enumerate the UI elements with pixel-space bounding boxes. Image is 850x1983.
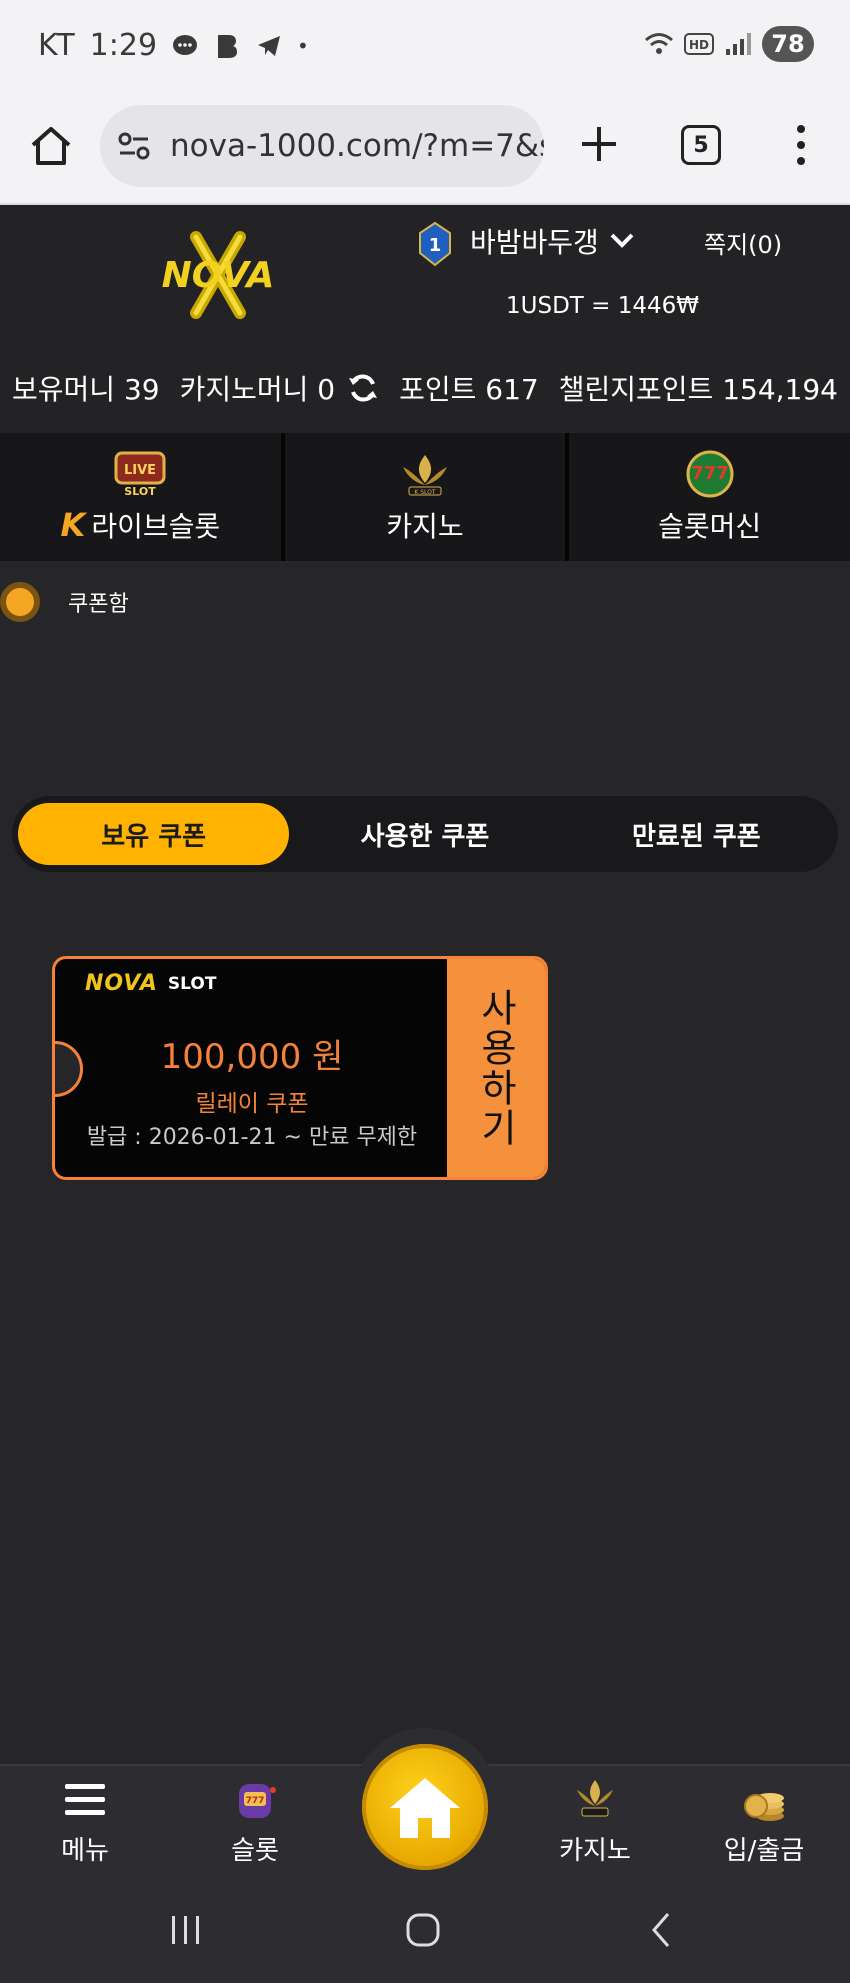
slot-machine-icon: 777 <box>239 1784 276 1818</box>
more-options-icon[interactable] <box>786 121 816 169</box>
home-icon[interactable] <box>28 123 74 169</box>
hd-icon: HD <box>684 33 714 55</box>
system-home-icon[interactable] <box>403 1910 443 1950</box>
coupon-logo: NOVA SLOT <box>85 971 216 996</box>
memo-link[interactable]: 쪽지(0) <box>704 225 782 260</box>
category-tabs: LIVE SLOT K 라이브슬롯 K SLOT 카지노 777 슬롯머신 <box>0 433 850 561</box>
svg-text:K SLOT: K SLOT <box>414 489 436 496</box>
nav-label: 슬롯 <box>231 1836 279 1866</box>
use-coupon-button[interactable]: 사용하기 <box>447 959 545 1177</box>
notification-dot: • <box>297 33 309 58</box>
svg-text:NOVA: NOVA <box>162 255 275 296</box>
svg-text:LIVE: LIVE <box>124 463 156 478</box>
nova-logo[interactable]: NOVA <box>136 227 300 323</box>
nav-label: 메뉴 <box>61 1836 109 1866</box>
nav-deposit[interactable]: 입/출금 <box>694 1776 834 1867</box>
menu-icon <box>65 1784 105 1815</box>
status-left: KT 1:29 • <box>38 28 309 63</box>
battery-indicator: 78 <box>762 26 814 62</box>
status-bar: KT 1:29 • HD 78 <box>0 0 850 95</box>
k-slot-icon <box>577 1780 613 1817</box>
category-label: 카지노 <box>386 510 464 543</box>
nav-menu[interactable]: 메뉴 <box>15 1776 155 1867</box>
nav-label: 카지노 <box>559 1836 631 1866</box>
svg-text:777: 777 <box>246 1796 265 1806</box>
chevron-down-icon <box>610 233 634 248</box>
nav-label: 입/출금 <box>723 1836 805 1866</box>
username-dropdown[interactable]: 바밤바두갱 <box>470 221 635 261</box>
k-slot-icon: K SLOT <box>403 455 447 496</box>
clock: 1:29 <box>89 28 158 63</box>
status-right: HD 78 <box>644 26 814 62</box>
house-icon <box>390 1778 460 1838</box>
coins-icon <box>744 1793 784 1821</box>
challenge-point: 챌린지포인트 154,194 <box>558 373 838 406</box>
coupon-amount: 100,000 원 <box>160 1037 344 1077</box>
recent-apps-icon[interactable] <box>166 1910 206 1950</box>
url-text: nova-1000.com/?m=7&s <box>170 128 544 164</box>
coupon-tabs: 보유 쿠폰 사용한 쿠폰 만료된 쿠폰 <box>12 796 838 872</box>
refresh-icon[interactable] <box>347 372 379 404</box>
casino-money: 카지노머니 0 <box>179 373 336 406</box>
page-title: 쿠폰함 <box>68 592 129 617</box>
category-slot-machine[interactable]: 777 슬롯머신 <box>569 433 850 561</box>
site-settings-icon[interactable] <box>116 128 152 164</box>
coupon-logo-text: NOVA <box>85 971 158 996</box>
tab-held-coupons[interactable]: 보유 쿠폰 <box>18 803 290 865</box>
chat-icon <box>173 34 198 55</box>
slots-777-icon: 777 <box>686 450 734 498</box>
hold-money: 보유머니 39 <box>12 373 160 406</box>
balance-row: 보유머니 39 카지노머니 0 포인트 617 챌린지포인트 154,194 <box>0 343 850 433</box>
home-button[interactable] <box>362 1744 488 1870</box>
b-app-icon <box>218 34 238 58</box>
title-dot-icon <box>0 582 40 622</box>
coupon-logo-sub: SLOT <box>167 973 217 994</box>
coupon-issue-info: 발급 : 2026-01-21 ~ 만료 무제한 <box>86 1125 418 1150</box>
svg-text:SLOT: SLOT <box>125 485 157 498</box>
coupon-section-title: 쿠폰함 <box>0 582 129 622</box>
signal-icon <box>726 33 751 55</box>
nav-casino[interactable]: 카지노 <box>525 1776 665 1867</box>
tab-switcher-button[interactable]: 5 <box>681 125 721 165</box>
category-casino[interactable]: K SLOT 카지노 <box>284 433 570 561</box>
tab-expired-coupons[interactable]: 만료된 쿠폰 <box>561 803 832 865</box>
site-header: NOVA 1 바밤바두갱 쪽지(0) 1USDT = 1446₩ <box>0 205 850 343</box>
use-coupon-label: 사용하기 <box>473 988 518 1148</box>
category-live-slot-label-wrap: K 라이브슬롯 <box>61 505 221 545</box>
coupon-kind: 릴레이 쿠폰 <box>195 1091 309 1117</box>
category-label: 라이브슬롯 <box>91 510 221 543</box>
coupon-card: NOVA SLOT 100,000 원 릴레이 쿠폰 발급 : 2026-01-… <box>52 956 548 1180</box>
wifi-icon <box>645 33 673 54</box>
carrier: KT <box>38 28 76 63</box>
svg-text:1: 1 <box>429 235 442 256</box>
svg-text:HD: HD <box>689 38 709 52</box>
level-badge-icon: 1 <box>419 221 451 267</box>
new-tab-icon[interactable] <box>576 121 622 167</box>
browser-toolbar: nova-1000.com/?m=7&s 5 <box>0 95 850 205</box>
back-icon[interactable] <box>642 1910 682 1950</box>
point: 포인트 617 <box>399 373 539 406</box>
category-live-slot[interactable]: LIVE SLOT K 라이브슬롯 <box>0 433 285 561</box>
username: 바밤바두갱 <box>470 226 599 259</box>
category-label: 슬롯머신 <box>658 510 762 543</box>
exchange-rate: 1USDT = 1446₩ <box>506 293 699 319</box>
address-bar[interactable]: nova-1000.com/?m=7&s <box>100 105 544 187</box>
svg-text:777: 777 <box>691 463 729 484</box>
tab-used-coupons[interactable]: 사용한 쿠폰 <box>289 803 560 865</box>
k-logo-icon: K <box>60 506 86 544</box>
system-nav-bar <box>0 1874 850 1983</box>
nav-slot[interactable]: 777 슬롯 <box>185 1776 325 1867</box>
telegram-icon <box>258 35 281 56</box>
live-slot-icon: LIVE SLOT <box>114 451 166 498</box>
casino-money-group: 카지노머니 0 <box>180 368 380 408</box>
